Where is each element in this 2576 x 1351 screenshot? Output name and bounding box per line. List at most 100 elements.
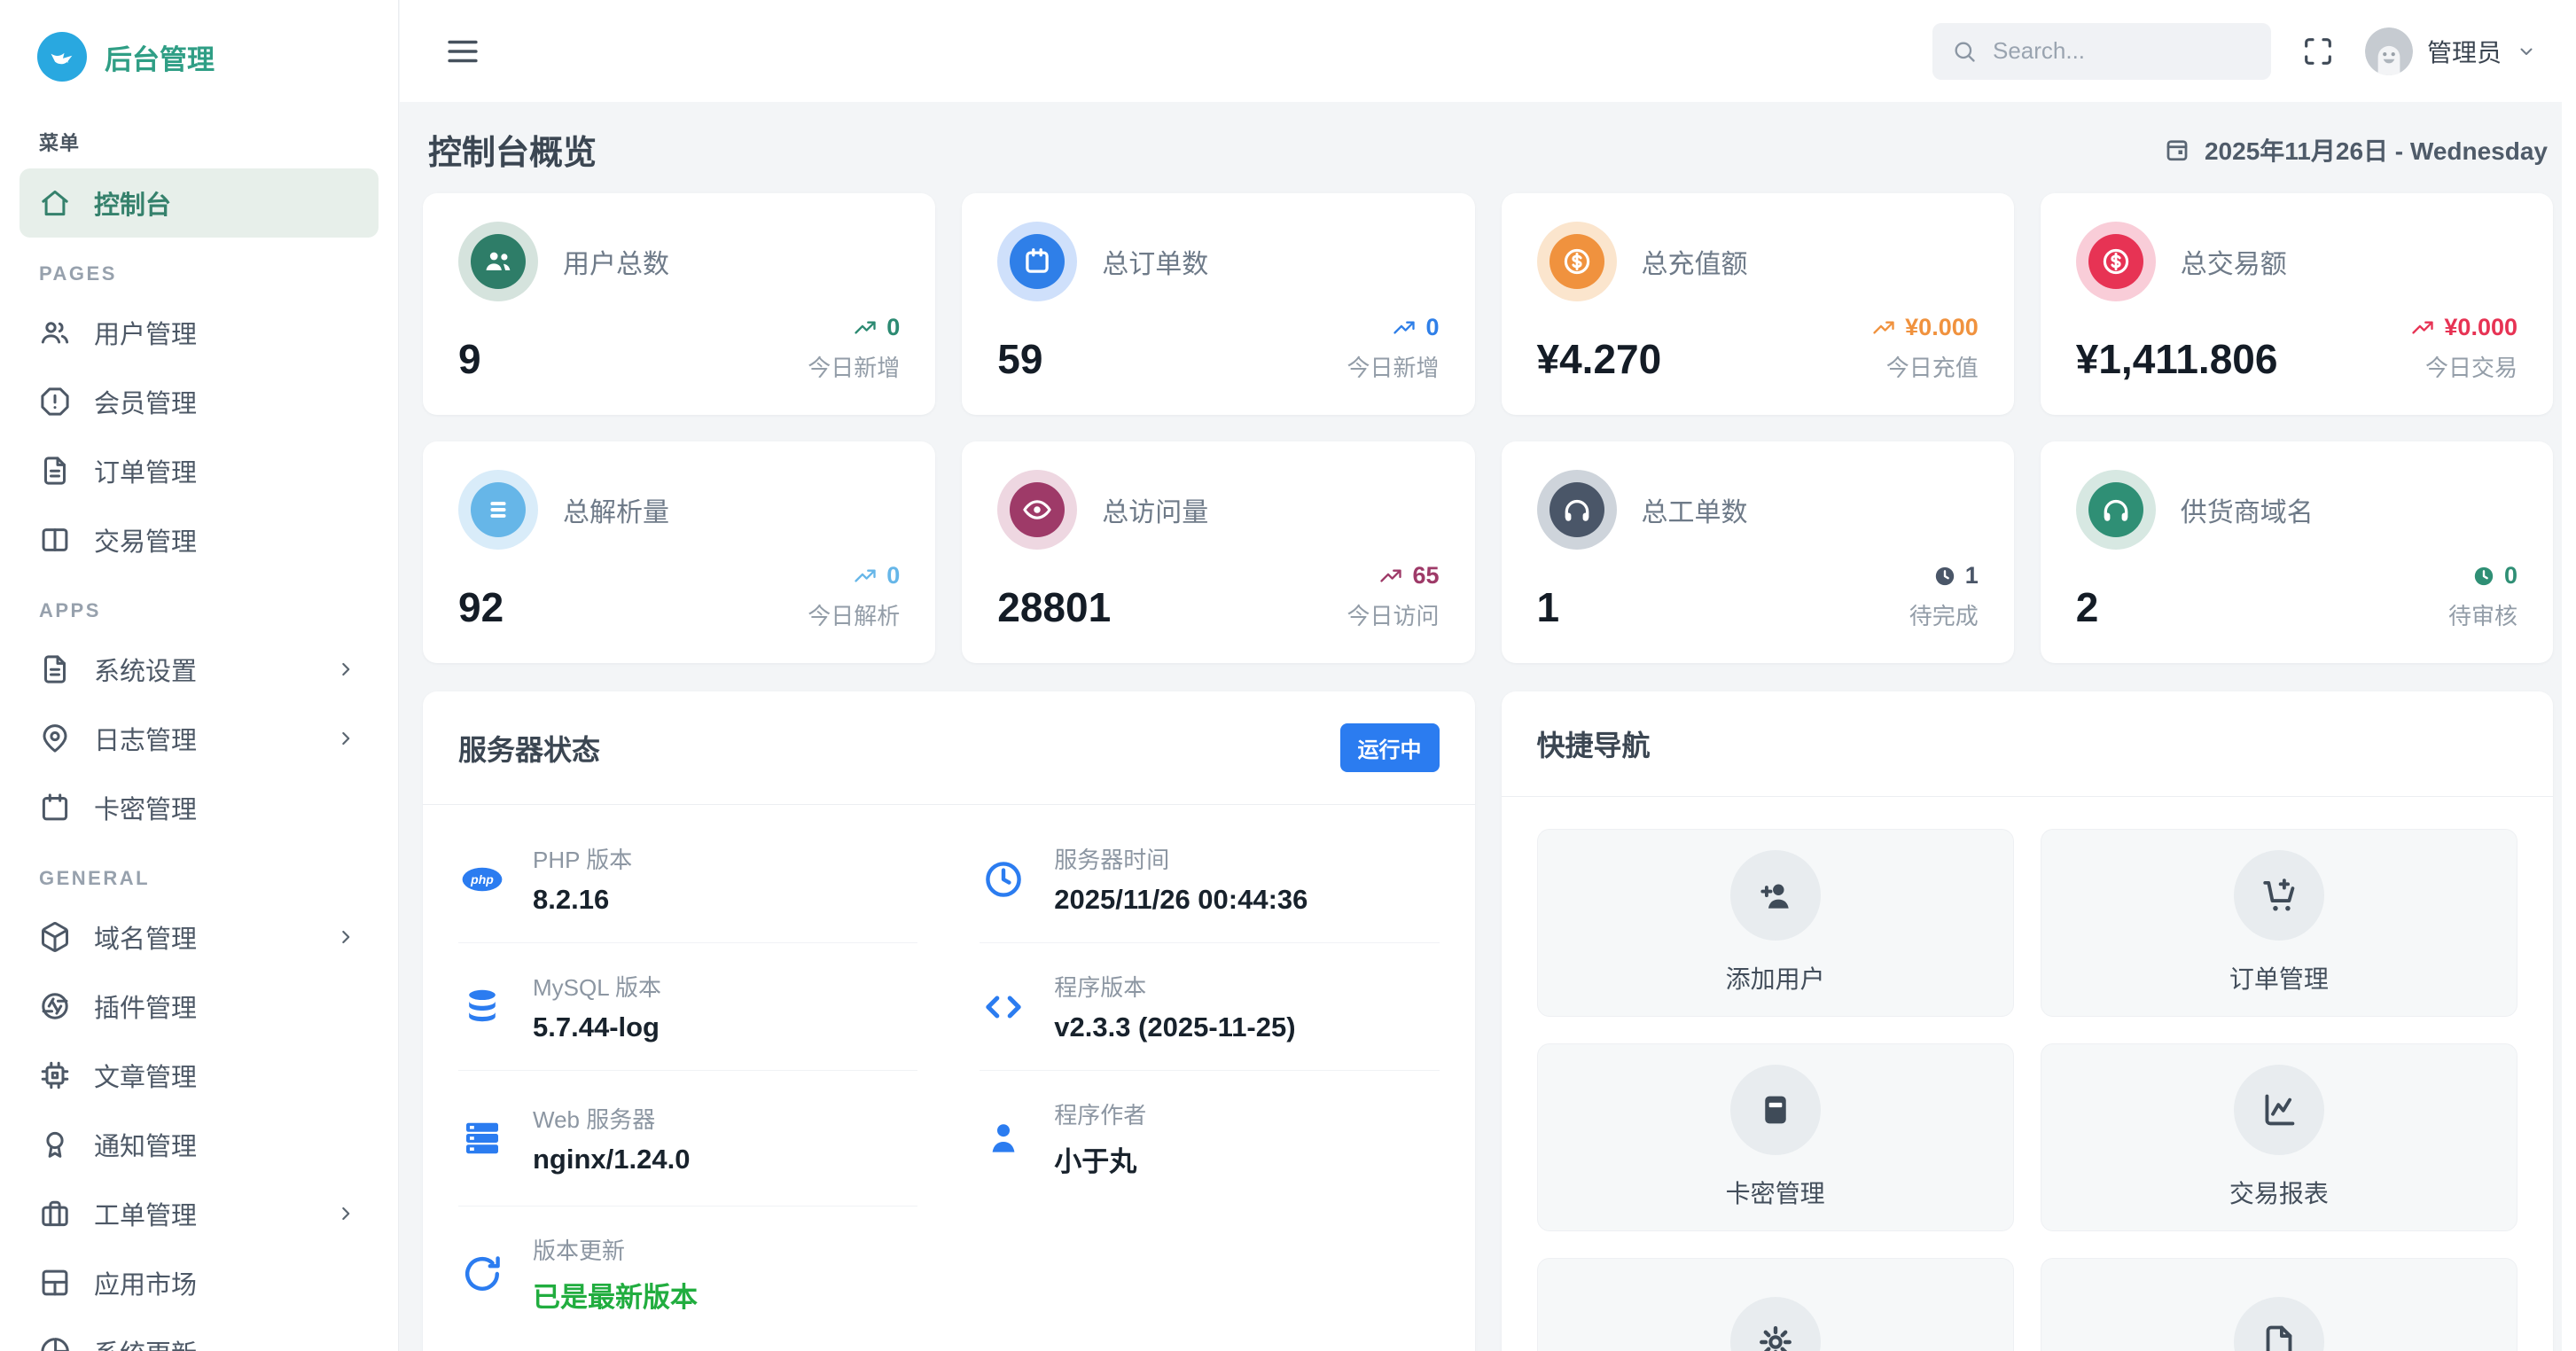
stat-trend-label: 今日交易 [2424, 355, 2517, 381]
server-item-program-version: 程序版本 v2.3.3 (2025-11-25) [980, 942, 1440, 1070]
dollar-icon [2088, 234, 2143, 289]
quick-nav-label: 添加用户 [1725, 965, 1825, 993]
server-item-server-time: 服务器时间 2025/11/26 00:44:36 [980, 816, 1439, 942]
server-item-label: MySQL 版本 [533, 974, 661, 1001]
trend-up-icon [1392, 316, 1417, 340]
sidebar-item-member-management[interactable]: 会员管理 [20, 367, 379, 436]
sidebar-item-label: 日志管理 [94, 727, 198, 755]
stat-trend-value: 0 [886, 562, 901, 589]
quick-nav-tile-add-user[interactable]: 添加用户 [1536, 829, 2014, 1017]
sidebar-item-ticket-management[interactable]: 工单管理 [20, 1179, 379, 1248]
list-icon [471, 482, 526, 537]
chevron-down-icon [2516, 41, 2537, 62]
sidebar-section-label: PAGES [39, 262, 117, 285]
server-item-value: 2025/11/26 00:44:36 [1054, 884, 1308, 915]
sidebar-item-label: 控制台 [94, 191, 172, 220]
stat-trend-label: 待完成 [1909, 603, 1979, 629]
chevron-right-icon [334, 658, 357, 681]
app-logo[interactable]: 后台管理 [0, 21, 398, 103]
quick-nav-tile-card-key-management[interactable]: 卡密管理 [1536, 1043, 2014, 1231]
stat-trend-value: 0 [886, 314, 901, 340]
quick-nav-label: 卡密管理 [1725, 1180, 1825, 1207]
stat-card-bottom: 28801 65 今日访问 [997, 562, 1439, 631]
quick-nav-tile-settings[interactable] [1536, 1258, 2014, 1351]
sidebar-item-label: 交易管理 [94, 528, 198, 557]
fullscreen-icon[interactable] [2301, 35, 2335, 68]
sidebar-item-order-management[interactable]: 订单管理 [20, 436, 379, 505]
date-text: 2025年11月26日 - Wednesday [2204, 137, 2548, 165]
quick-nav-label: 订单管理 [2229, 965, 2329, 993]
sidebar-item-notice-management[interactable]: 通知管理 [20, 1110, 379, 1179]
stat-icon-ring [2075, 470, 2156, 550]
sidebar-item-label: 工单管理 [94, 1202, 198, 1230]
server-item-value: 8.2.16 [533, 884, 610, 915]
trend-up-icon [1378, 564, 1403, 589]
stat-card-total-transactions: 总交易额 ¥1,411.806 ¥0.000 今日交易 [2040, 193, 2553, 415]
home-icon [39, 187, 71, 219]
sidebar-nav: 菜单 控制台 PAGES 用户管理 会员管理 订单管理 交易管理 APPS 系统设置 日志管理 卡密… [0, 103, 398, 1351]
file-text-icon [39, 455, 71, 487]
user-menu[interactable]: 管理员 [2364, 27, 2537, 75]
quick-nav-icon-circle [1729, 850, 1821, 941]
database-icon [458, 986, 506, 1028]
sidebar-item-plugin-management[interactable]: 插件管理 [20, 972, 379, 1041]
pie-chart-icon [39, 1336, 71, 1351]
stat-side: 0 待审核 [2448, 562, 2517, 631]
stat-card-top: 用户总数 [458, 222, 900, 301]
stat-icon-ring [997, 222, 1078, 301]
users-fill-icon [471, 234, 526, 289]
alert-octagon-icon [39, 386, 71, 418]
quick-nav-tile-documents[interactable] [2040, 1258, 2517, 1351]
sidebar-item-dashboard[interactable]: 控制台 [20, 168, 379, 238]
stat-trend-label: 今日新增 [1347, 355, 1440, 381]
sidebar-item-log-management[interactable]: 日志管理 [20, 704, 379, 773]
stat-value: ¥1,411.806 [2075, 336, 2278, 382]
stat-title: 总充值额 [1641, 250, 1748, 279]
logo-bird-icon [37, 32, 87, 82]
stat-trend-value: 1 [1964, 562, 1979, 589]
quick-nav-title: 快捷导航 [1536, 730, 1651, 761]
stat-icon-ring [2075, 222, 2156, 301]
user-fill-icon [980, 1117, 1027, 1160]
stat-value: 1 [1536, 584, 1560, 630]
eye-icon [1010, 482, 1066, 537]
stat-side: 0 今日解析 [808, 562, 900, 631]
package-icon [39, 921, 71, 953]
stat-icon-ring [458, 222, 538, 301]
search-box[interactable] [1932, 22, 2271, 80]
clock-line-icon [980, 858, 1027, 901]
quick-nav-icon-circle [2233, 1065, 2324, 1155]
sidebar-item-app-market[interactable]: 应用市场 [20, 1248, 379, 1317]
search-input[interactable] [1990, 36, 2252, 66]
server-item-text: MySQL 版本 5.7.44-log [533, 970, 661, 1043]
server-item-web-server: Web 服务器 nginx/1.24.0 [458, 1070, 918, 1206]
menu-toggle-button[interactable] [444, 33, 481, 70]
aperture-icon [39, 990, 71, 1022]
sidebar-item-trade-management[interactable]: 交易管理 [20, 505, 379, 574]
sidebar-item-user-management[interactable]: 用户管理 [20, 298, 379, 367]
sidebar-item-system-settings[interactable]: 系统设置 [20, 635, 379, 704]
quick-nav-tile-order-management[interactable]: 订单管理 [2040, 829, 2517, 1017]
quick-nav-tile-trade-report[interactable]: 交易报表 [2040, 1043, 2517, 1231]
chevron-right-icon [334, 727, 357, 750]
server-item-label: 版本更新 [533, 1238, 626, 1264]
trend-up-icon [2410, 316, 2435, 340]
sidebar-item-label: 卡密管理 [94, 796, 198, 824]
sidebar-item-domain-management[interactable]: 域名管理 [20, 902, 379, 972]
server-item-value: 5.7.44-log [533, 1011, 660, 1043]
stat-value: 92 [458, 584, 504, 630]
stat-card-total-visits: 总访问量 28801 65 今日访问 [962, 441, 1475, 663]
server-item-text: Web 服务器 nginx/1.24.0 [533, 1102, 690, 1175]
server-status-panel: 服务器状态 运行中 php PHP 版本 8.2.16 服务器时间 2025/11/26… [423, 691, 1475, 1351]
stat-title: 总解析量 [563, 498, 669, 527]
sidebar-item-card-key-management[interactable]: 卡密管理 [20, 773, 379, 842]
sidebar-item-article-management[interactable]: 文章管理 [20, 1041, 379, 1110]
server-icon [458, 1117, 506, 1160]
server-item-label: 程序作者 [1054, 1102, 1147, 1128]
stat-trend-value: ¥0.000 [2444, 314, 2517, 340]
users-icon [39, 316, 71, 348]
server-item-value: v2.3.3 (2025-11-25) [1054, 1011, 1296, 1043]
sidebar-item-system-update[interactable]: 系统更新 [20, 1317, 379, 1351]
quick-nav-icon-circle [2233, 1297, 2324, 1351]
scrollbar-track[interactable] [2562, 0, 2576, 1351]
